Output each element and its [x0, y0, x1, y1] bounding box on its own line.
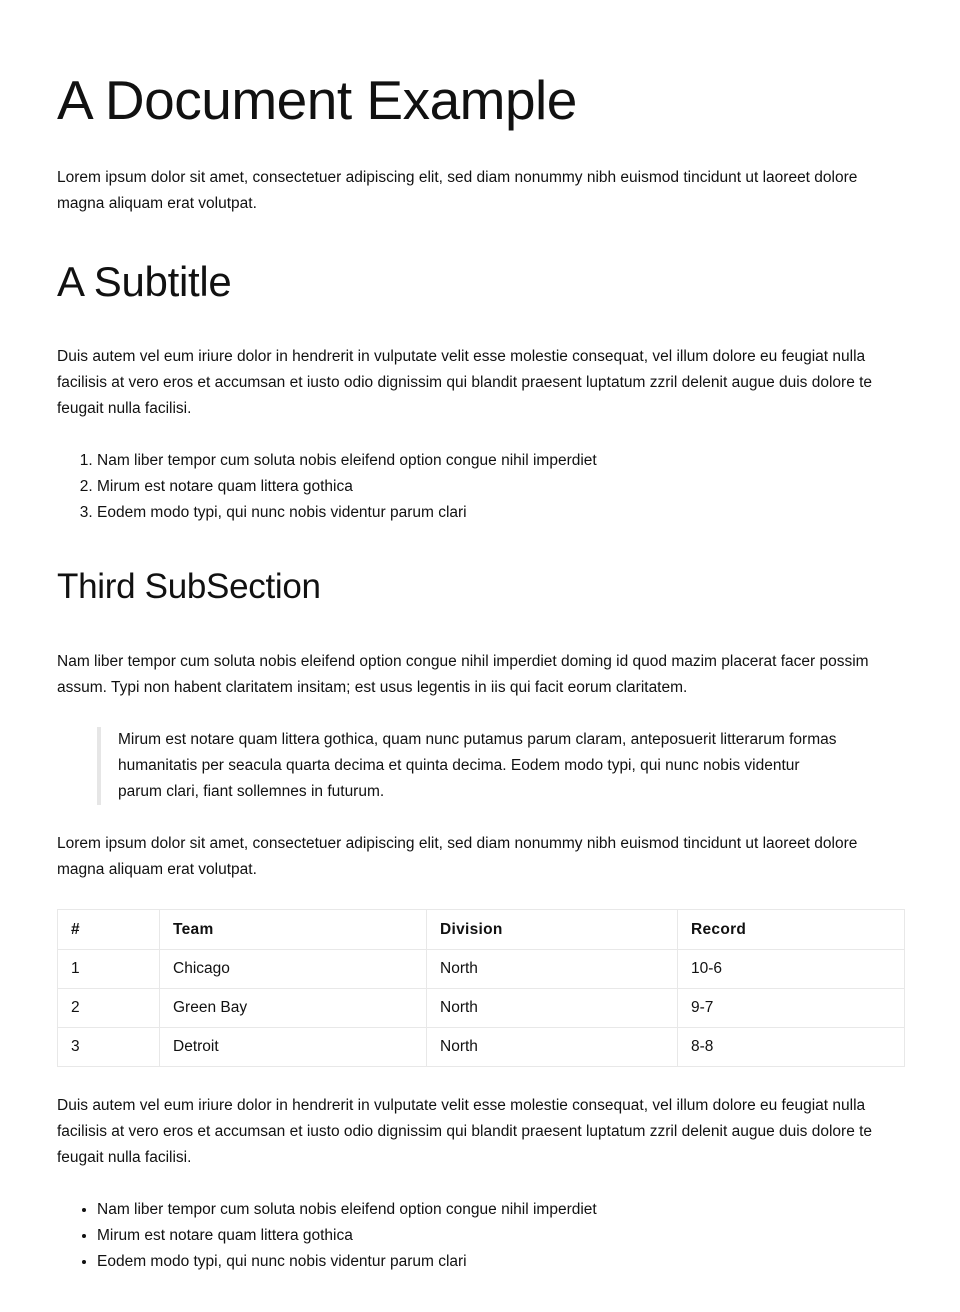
- ordered-list: Nam liber tempor cum soluta nobis eleife…: [57, 448, 904, 526]
- table-cell: 10-6: [677, 949, 905, 989]
- third-subsection-paragraph: Nam liber tempor cum soluta nobis eleife…: [57, 653, 869, 696]
- table-cell: Green Bay: [159, 988, 427, 1028]
- table-cell: 3: [57, 1027, 160, 1067]
- table-cell: 2: [57, 988, 160, 1028]
- blockquote: Mirum est notare quam littera gothica, q…: [97, 727, 838, 805]
- after-quote-paragraph: Lorem ipsum dolor sit amet, consectetuer…: [57, 835, 858, 878]
- table-row: 2 Green Bay North 9-7: [57, 988, 905, 1028]
- table-header-division: Division: [426, 909, 678, 950]
- bullet-list-item: Nam liber tempor cum soluta nobis eleife…: [97, 1197, 904, 1223]
- table-header-record: Record: [677, 909, 905, 950]
- document-title: A Document Example: [57, 69, 577, 131]
- table-cell: 8-8: [677, 1027, 905, 1067]
- table-header-row: # Team Division Record: [57, 909, 905, 950]
- document-page: A Document Example Lorem ipsum dolor sit…: [0, 0, 960, 1275]
- third-subsection-heading: Third SubSection: [57, 567, 321, 606]
- table-cell: Chicago: [159, 949, 427, 989]
- bullet-list-item: Mirum est notare quam littera gothica: [97, 1223, 904, 1249]
- bullet-list-item: Eodem modo typi, qui nunc nobis videntur…: [97, 1249, 904, 1275]
- table-row: 1 Chicago North 10-6: [57, 949, 905, 989]
- table-row: 3 Detroit North 8-8: [57, 1027, 905, 1067]
- table-cell: 1: [57, 949, 160, 989]
- table-cell: North: [426, 949, 678, 989]
- ordered-list-item: Nam liber tempor cum soluta nobis eleife…: [97, 448, 904, 474]
- ordered-list-item: Eodem modo typi, qui nunc nobis videntur…: [97, 500, 904, 526]
- table-header-team: Team: [159, 909, 427, 950]
- table-header-number: #: [57, 909, 160, 950]
- table-cell: North: [426, 988, 678, 1028]
- table-cell: Detroit: [159, 1027, 427, 1067]
- subtitle-heading: A Subtitle: [57, 258, 232, 305]
- closing-paragraph: Duis autem vel eum iriure dolor in hendr…: [57, 1097, 873, 1166]
- table-cell: 9-7: [677, 988, 905, 1028]
- bullet-list: Nam liber tempor cum soluta nobis eleife…: [57, 1197, 904, 1275]
- intro-paragraph: Lorem ipsum dolor sit amet, consectetuer…: [57, 169, 858, 212]
- table-cell: North: [426, 1027, 678, 1067]
- subtitle-paragraph: Duis autem vel eum iriure dolor in hendr…: [57, 348, 873, 417]
- ordered-list-item: Mirum est notare quam littera gothica: [97, 474, 904, 500]
- standings-table: # Team Division Record 1 Chicago North 1…: [57, 909, 905, 1067]
